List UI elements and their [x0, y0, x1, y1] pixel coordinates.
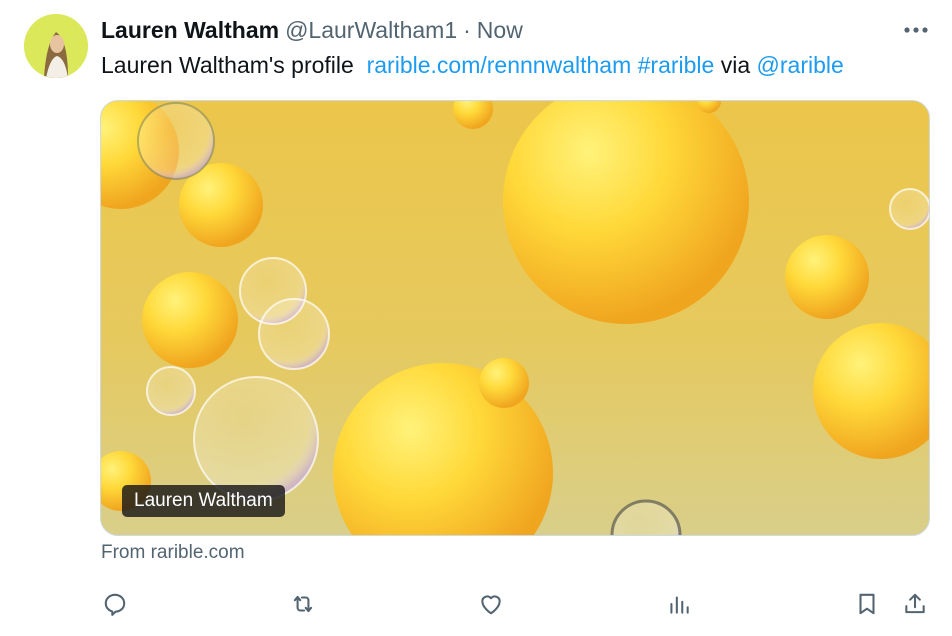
- card-title-label: Lauren Waltham: [122, 485, 285, 517]
- avatar[interactable]: [24, 14, 88, 78]
- share-icon: [905, 593, 925, 614]
- sphere: [813, 323, 929, 459]
- author-handle[interactable]: @LaurWaltham1: [285, 17, 457, 44]
- bubble: [889, 188, 929, 230]
- bubble: [137, 102, 215, 180]
- bookmark-button[interactable]: [847, 584, 887, 624]
- more-options-icon: [904, 27, 928, 33]
- bubble: [258, 298, 330, 370]
- sphere: [503, 101, 749, 324]
- separator-dot: ·: [463, 16, 471, 43]
- tweet-header: Lauren Waltham @LaurWaltham1 · Now: [101, 15, 523, 45]
- timestamp[interactable]: Now: [477, 17, 523, 44]
- card-image: [101, 101, 929, 535]
- link-card[interactable]: Lauren Waltham: [100, 100, 930, 536]
- action-bar: [0, 584, 952, 624]
- bubble: [610, 499, 682, 535]
- hashtag-link[interactable]: #rarible: [638, 52, 715, 78]
- profile-link[interactable]: rarible.com/rennnwaltham: [367, 52, 632, 78]
- more-options-button[interactable]: [900, 18, 932, 42]
- bubble: [146, 366, 196, 416]
- tweet-body-text: Lauren Waltham's profile: [101, 52, 354, 78]
- retweet-icon: [293, 595, 313, 613]
- avatar-image: [24, 14, 88, 78]
- via-text: via: [720, 52, 751, 78]
- sphere: [142, 272, 238, 368]
- like-button[interactable]: [471, 584, 511, 624]
- bubble: [193, 376, 319, 502]
- mention-link[interactable]: @rarible: [757, 52, 844, 78]
- sphere: [453, 101, 493, 129]
- reply-icon: [104, 593, 126, 616]
- retweet-button[interactable]: [283, 584, 323, 624]
- share-button[interactable]: [895, 584, 935, 624]
- tweet-text: Lauren Waltham's profile rarible.com/ren…: [101, 50, 844, 80]
- sphere: [785, 235, 869, 319]
- sphere: [479, 358, 529, 408]
- heart-icon: [481, 595, 501, 615]
- author-name[interactable]: Lauren Waltham: [101, 17, 279, 44]
- card-source[interactable]: From rarible.com: [101, 542, 245, 564]
- reply-button[interactable]: [95, 584, 135, 624]
- views-button[interactable]: [659, 584, 699, 624]
- bookmark-icon: [859, 593, 875, 615]
- analytics-icon: [670, 596, 689, 614]
